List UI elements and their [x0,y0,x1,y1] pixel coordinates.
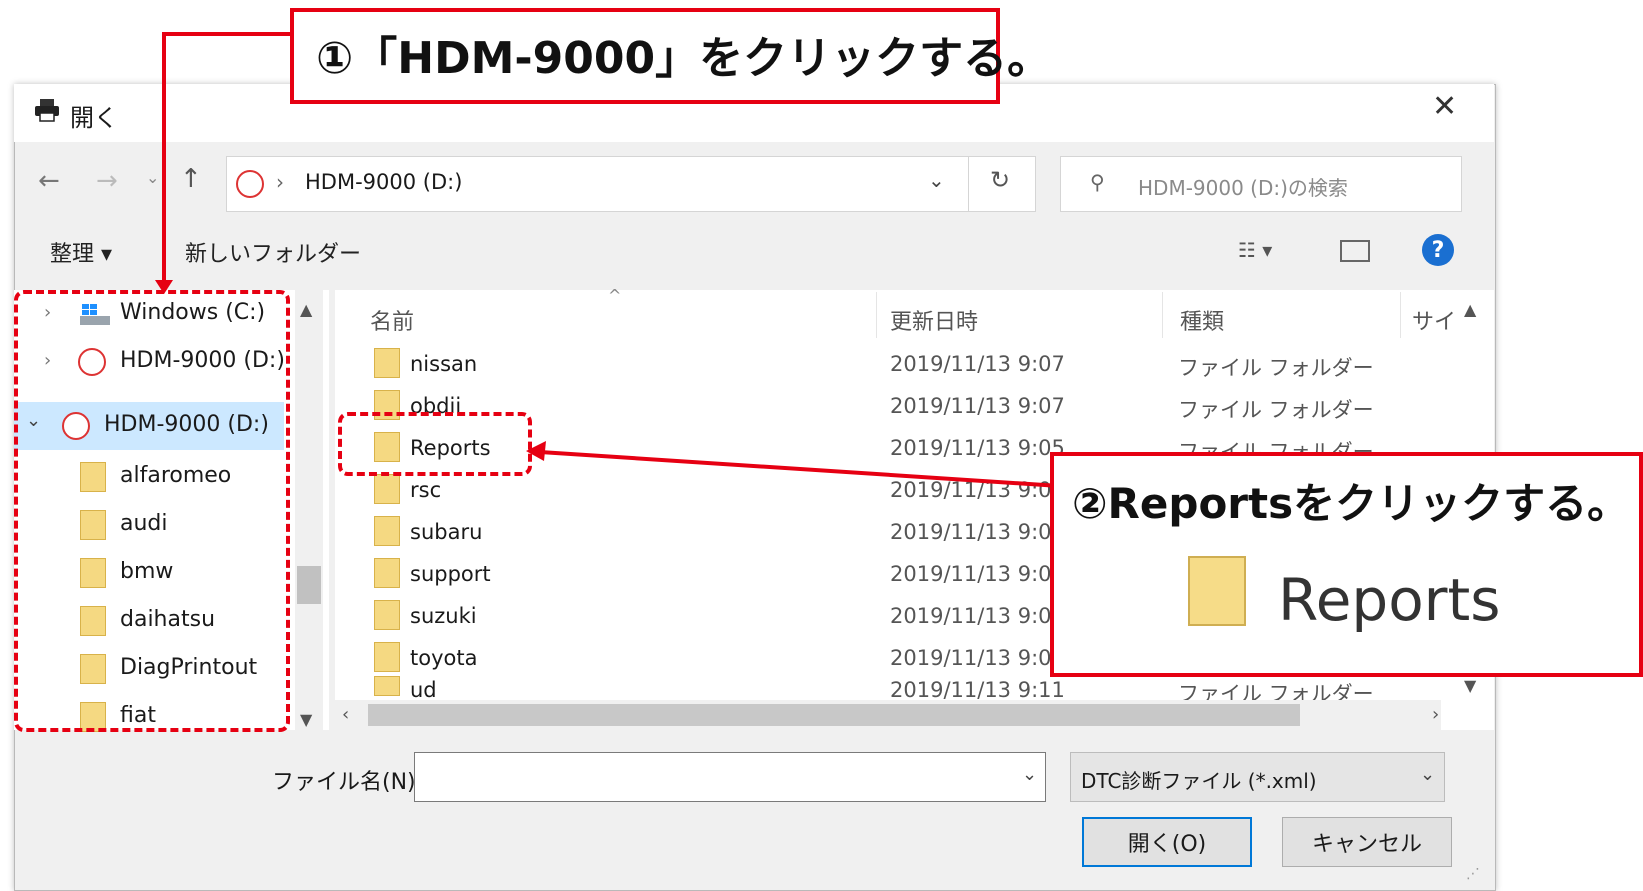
callout-step-2-text: ②Reportsをクリックする。 [1072,479,1630,528]
callout-reports-label: Reports [1278,566,1501,634]
highlight-tree-box [14,290,290,732]
highlight-reports-box [338,412,532,476]
callout-step-1-text: ①「HDM-9000」をクリックする。 [316,33,1052,84]
folder-icon [1188,556,1246,626]
